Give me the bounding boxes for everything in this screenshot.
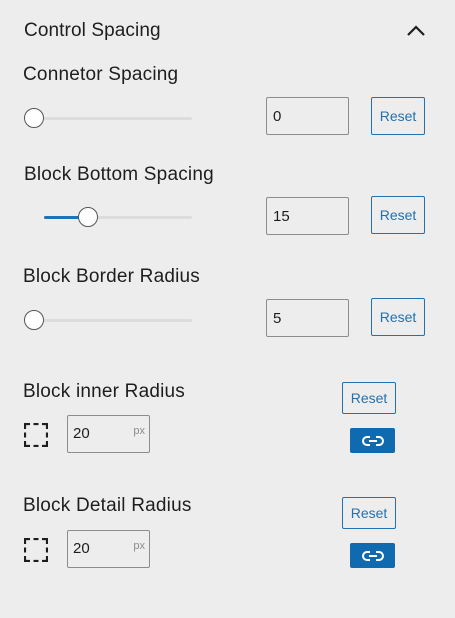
panel-title: Control Spacing <box>24 20 161 41</box>
block-detail-radius-reset-button[interactable]: Reset <box>342 497 396 529</box>
slider-thumb[interactable] <box>24 310 44 330</box>
border-radius-corners-icon <box>23 537 49 563</box>
connector-spacing-label: Connetor Spacing <box>23 64 179 85</box>
block-bottom-spacing-label: Block Bottom Spacing <box>24 164 214 185</box>
block-inner-radius-input[interactable]: px <box>67 415 150 453</box>
block-inner-radius-reset-button[interactable]: Reset <box>342 382 396 414</box>
block-bottom-spacing-slider[interactable] <box>44 207 192 227</box>
block-border-radius-label: Block Border Radius <box>23 266 200 287</box>
slider-thumb[interactable] <box>24 108 44 128</box>
block-border-radius-input[interactable] <box>266 299 349 337</box>
block-inner-radius-value[interactable] <box>73 425 123 442</box>
unit-label: px <box>133 425 145 437</box>
link-button[interactable] <box>350 543 395 568</box>
block-border-radius-reset-button[interactable]: Reset <box>371 298 425 336</box>
block-detail-radius-input[interactable]: px <box>67 530 150 568</box>
border-radius-corners-icon <box>23 422 49 448</box>
block-detail-radius-value[interactable] <box>73 540 123 557</box>
connector-spacing-reset-button[interactable]: Reset <box>371 97 425 135</box>
unit-label: px <box>133 540 145 552</box>
link-icon <box>361 550 384 561</box>
connector-spacing-slider[interactable] <box>24 108 192 128</box>
block-inner-radius-label: Block inner Radius <box>23 381 186 402</box>
link-button[interactable] <box>350 428 395 453</box>
slider-thumb[interactable] <box>78 207 99 227</box>
link-icon <box>361 435 384 446</box>
block-border-radius-slider[interactable] <box>24 310 192 330</box>
block-bottom-spacing-reset-button[interactable]: Reset <box>371 196 425 234</box>
connector-spacing-input[interactable] <box>266 97 349 135</box>
block-detail-radius-label: Block Detail Radius <box>23 495 192 516</box>
block-bottom-spacing-input[interactable] <box>266 197 349 235</box>
chevron-up-icon[interactable] <box>403 18 429 44</box>
